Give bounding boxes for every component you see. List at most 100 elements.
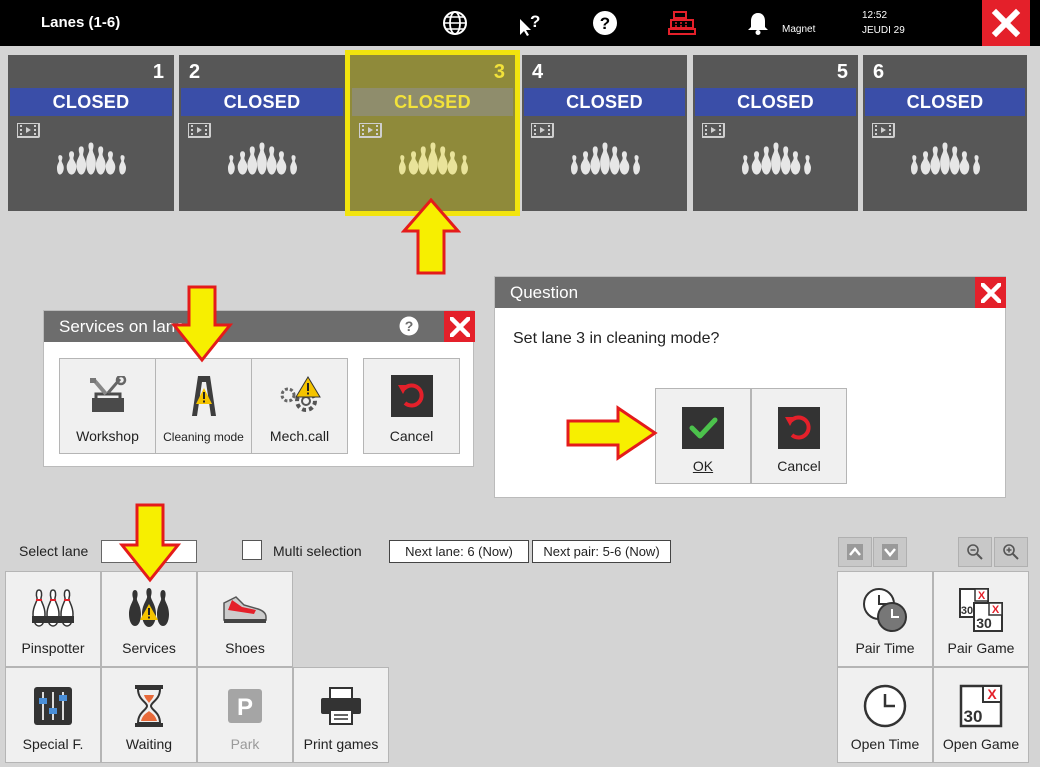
workshop-button[interactable]: Workshop xyxy=(59,358,156,454)
ok-label: OK xyxy=(692,458,714,474)
question-message: Set lane 3 in cleaning mode? xyxy=(513,330,720,347)
video-icon xyxy=(188,123,211,138)
cleaning-mode-button[interactable]: Cleaning mode xyxy=(155,358,252,454)
close-icon xyxy=(981,283,1001,303)
svg-text:30: 30 xyxy=(961,605,973,617)
lane-status: CLOSED xyxy=(865,88,1025,116)
open-game-button[interactable]: X 30 Open Game xyxy=(933,667,1029,763)
shoes-label: Shoes xyxy=(225,640,265,656)
print-games-button[interactable]: Print games xyxy=(293,667,389,763)
help-icon[interactable]: ? xyxy=(591,9,619,37)
scroll-up-button[interactable] xyxy=(838,537,872,567)
question-dialog-title: Question xyxy=(510,283,579,302)
next-pair-button[interactable]: Next pair: 5-6 (Now) xyxy=(532,540,671,563)
clock-time: 12:52 xyxy=(862,10,888,21)
lane-status: CLOSED xyxy=(10,88,172,116)
print-games-label: Print games xyxy=(303,736,379,752)
svg-text:?: ? xyxy=(530,12,540,31)
cursor-help-icon[interactable]: ? xyxy=(516,9,544,37)
lane-status: CLOSED xyxy=(352,88,513,116)
zoom-in-icon xyxy=(1003,544,1019,560)
lane-status: CLOSED xyxy=(524,88,685,116)
question-dialog-close-button[interactable] xyxy=(975,277,1006,308)
close-icon xyxy=(450,317,470,337)
park-label: Park xyxy=(230,736,260,752)
bowling-pins-icon xyxy=(227,142,297,175)
zoom-out-button[interactable] xyxy=(958,537,992,567)
video-icon xyxy=(359,123,382,138)
cleaning-mode-label: Cleaning mode xyxy=(163,430,244,444)
question-cancel-button[interactable]: Cancel xyxy=(751,388,847,484)
chevron-down-icon xyxy=(882,544,898,560)
zoom-in-button[interactable] xyxy=(994,537,1028,567)
hourglass-icon xyxy=(102,680,196,732)
scroll-down-button[interactable] xyxy=(873,537,907,567)
pair-game-button[interactable]: X 30 X 30 Pair Game xyxy=(933,571,1029,667)
lane-number: 6 xyxy=(873,61,885,83)
open-time-button[interactable]: Open Time xyxy=(837,667,933,763)
help-icon[interactable]: ? xyxy=(399,316,419,341)
services-button[interactable]: Services xyxy=(101,571,197,667)
workshop-label: Workshop xyxy=(76,428,139,444)
select-lane-label: Select lane xyxy=(19,543,89,559)
multi-selection-checkbox[interactable] xyxy=(242,540,262,560)
bell-icon[interactable] xyxy=(744,9,772,37)
cash-register-icon[interactable] xyxy=(668,9,696,37)
lane-tile-2[interactable]: 2 CLOSED xyxy=(179,55,345,211)
services-dialog-close-button[interactable] xyxy=(444,311,475,342)
toolbox-icon xyxy=(86,373,130,419)
special-functions-button[interactable]: Special F. xyxy=(5,667,101,763)
top-bar: Lanes (1-6) ? ? Magnet 12:52 JEUDI 29 xyxy=(0,0,1040,46)
next-lane-button[interactable]: Next lane: 6 (Now) xyxy=(389,540,529,563)
question-dialog-header: Question xyxy=(495,277,1005,308)
services-cancel-button[interactable]: Cancel xyxy=(363,358,460,454)
ok-button[interactable]: OK xyxy=(655,388,751,484)
globe-icon[interactable] xyxy=(441,9,469,37)
waiting-button[interactable]: Waiting xyxy=(101,667,197,763)
clock-icon xyxy=(838,680,932,732)
lane-number: 1 xyxy=(152,61,164,83)
svg-text:X: X xyxy=(992,604,1000,616)
lane-tile-4[interactable]: 4 CLOSED xyxy=(522,55,687,211)
clock-day: JEUDI 29 xyxy=(862,25,905,36)
services-cancel-label: Cancel xyxy=(389,428,434,444)
park-button[interactable]: P Park xyxy=(197,667,293,763)
lane-number: 2 xyxy=(189,61,201,83)
pair-time-button[interactable]: Pair Time xyxy=(837,571,933,667)
lane-tile-5[interactable]: 5 CLOSED xyxy=(693,55,858,211)
pinspotter-icon xyxy=(6,584,100,636)
clock: 12:52 JEUDI 29 xyxy=(862,8,905,38)
pinspotter-button[interactable]: Pinspotter xyxy=(5,571,101,667)
pair-time-label: Pair Time xyxy=(855,640,915,656)
lane-tile-3[interactable]: 3 CLOSED xyxy=(345,50,520,216)
chevron-up-icon xyxy=(847,544,863,560)
video-icon xyxy=(531,123,554,138)
zoom-out-icon xyxy=(967,544,983,560)
pair-clock-icon xyxy=(838,584,932,636)
shoes-button[interactable]: Shoes xyxy=(197,571,293,667)
arrow-down-to-services xyxy=(118,503,182,583)
arrow-down-to-cleaning-mode xyxy=(170,285,234,363)
open-game-label: Open Game xyxy=(942,736,1020,752)
open-game-icon: X 30 xyxy=(934,680,1028,732)
mech-call-button[interactable]: Mech.call xyxy=(251,358,348,454)
lane-tile-1[interactable]: 1 CLOSED xyxy=(8,55,174,211)
pinspotter-label: Pinspotter xyxy=(21,640,85,656)
multi-selection-label: Multi selection xyxy=(273,543,362,559)
svg-text:30: 30 xyxy=(964,707,983,726)
special-functions-label: Special F. xyxy=(22,736,84,752)
bowling-pins-icon xyxy=(910,142,980,175)
wet-floor-sign-icon xyxy=(189,373,219,419)
services-pins-warning-icon xyxy=(102,584,196,636)
lane-tile-6[interactable]: 6 CLOSED xyxy=(863,55,1027,211)
lane-number: 3 xyxy=(493,61,505,83)
question-cancel-label: Cancel xyxy=(777,458,821,474)
lane-status: CLOSED xyxy=(181,88,343,116)
parking-icon: P xyxy=(198,680,292,732)
video-icon xyxy=(872,123,895,138)
svg-text:X: X xyxy=(987,686,997,702)
user-name: Magnet xyxy=(782,24,816,35)
mech-call-label: Mech.call xyxy=(269,428,330,444)
lane-number: 4 xyxy=(532,61,544,83)
close-window-button[interactable] xyxy=(982,0,1030,46)
